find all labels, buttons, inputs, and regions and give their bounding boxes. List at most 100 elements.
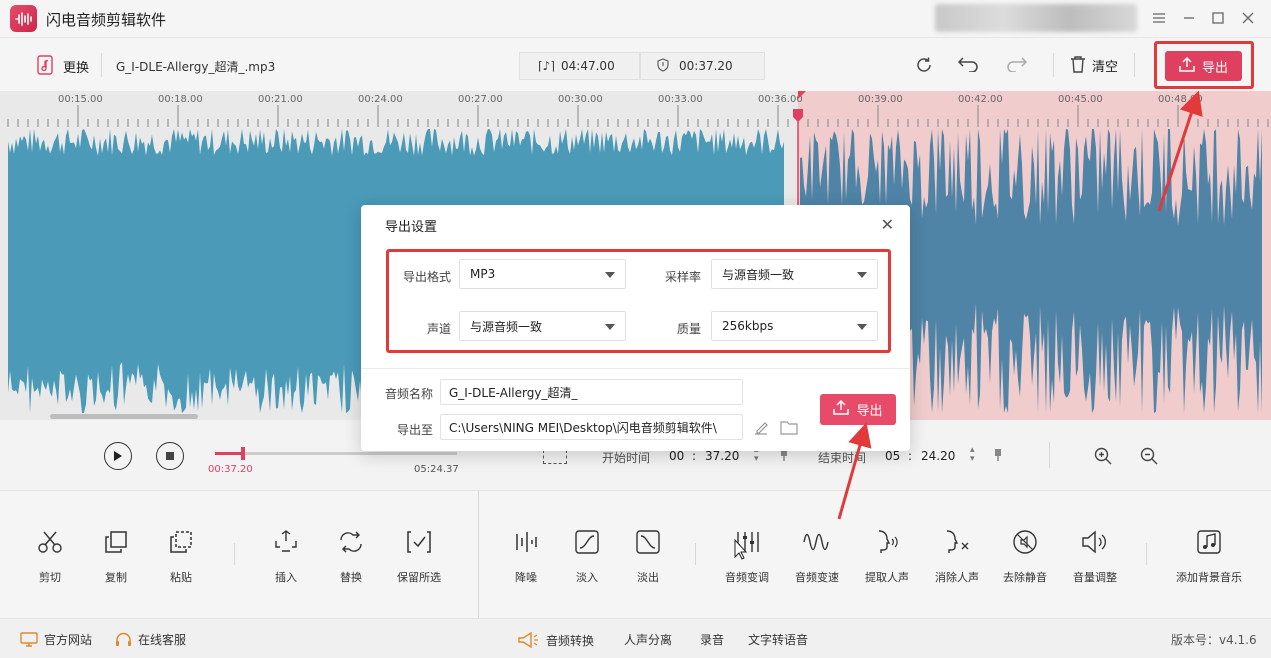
- format-label: 导出格式: [402, 270, 451, 284]
- file-name: G_I-DLE-Allergy_超清_.mp3: [116, 60, 276, 74]
- selected-duration-box: 00:37.20: [640, 52, 765, 80]
- tool-insert[interactable]: 插入: [251, 527, 321, 585]
- quality-select[interactable]: 256kbps: [711, 311, 878, 341]
- headset-icon: [116, 632, 131, 646]
- folder-icon[interactable]: [780, 420, 798, 438]
- tools-panel: 剪切 复制 粘贴 插入 替换 保留所选 降噪 淡入 淡出 音频变调 音频变速 提取人声 消除人声 去除静音…: [0, 490, 1271, 619]
- end-sec[interactable]: 24.20: [921, 449, 955, 463]
- zoom-out-icon[interactable]: [1140, 447, 1158, 468]
- clear-button[interactable]: 清空: [1070, 55, 1118, 76]
- end-min[interactable]: 05: [885, 449, 900, 463]
- channel-label: 声道: [426, 322, 451, 336]
- tool-label: 消除人声: [935, 571, 979, 584]
- current-time: 00:37.20: [208, 464, 253, 475]
- samplerate-label: 采样率: [664, 270, 701, 284]
- progress-fill: [215, 452, 243, 455]
- progress-track[interactable]: [215, 447, 457, 460]
- audio-convert-label: 音频转换: [546, 633, 595, 648]
- end-stepper[interactable]: ▴ ▾: [970, 446, 975, 464]
- path-label: 导出至: [396, 423, 433, 437]
- online-service-label: 在线客服: [138, 633, 187, 647]
- redo-icon[interactable]: [1005, 56, 1027, 72]
- divider: [695, 543, 696, 565]
- end-pin-icon[interactable]: [994, 448, 1002, 465]
- stop-button[interactable]: [156, 442, 184, 470]
- edit-icon[interactable]: [753, 420, 769, 439]
- tool-denoise[interactable]: 降噪: [491, 527, 561, 585]
- format-select[interactable]: MP3: [459, 259, 626, 289]
- status-bar: 官方网站 在线客服 音频转换 人声分离 录音 文字转语音 版本号：v4.1.6: [0, 618, 1271, 658]
- online-service-link[interactable]: 在线客服: [115, 631, 186, 648]
- tool-extract-voice[interactable]: 提取人声: [852, 527, 922, 585]
- start-min[interactable]: 00: [669, 449, 684, 463]
- tool-fade-in[interactable]: 淡入: [552, 527, 622, 585]
- voice-separate-link[interactable]: 人声分离: [624, 631, 672, 648]
- play-icon: [114, 451, 122, 461]
- tool-label: 粘贴: [170, 571, 192, 584]
- tool-background-music[interactable]: 添加背景音乐: [1167, 527, 1251, 585]
- divider: [1146, 543, 1147, 565]
- samplerate-select[interactable]: 与源音频一致: [711, 259, 878, 289]
- tool-copy[interactable]: 复制: [81, 527, 151, 585]
- website-icon: [20, 632, 38, 647]
- divider: [478, 491, 479, 619]
- tool-fade-out[interactable]: 淡出: [613, 527, 683, 585]
- tool-paste[interactable]: 粘贴: [146, 527, 216, 585]
- horizontal-scrollbar[interactable]: [50, 414, 198, 419]
- refresh-icon[interactable]: [915, 56, 933, 74]
- maximize-icon[interactable]: [1209, 9, 1227, 27]
- export-path-input[interactable]: C:\Users\NING MEI\Desktop\闪电音频剪辑软件\: [440, 414, 743, 440]
- megaphone-icon: [518, 631, 538, 649]
- tool-label: 降噪: [515, 571, 537, 584]
- user-account-area[interactable]: [935, 4, 1137, 32]
- play-button[interactable]: [104, 442, 132, 470]
- close-window-icon[interactable]: [1239, 9, 1257, 27]
- music-note-icon: ⌈♪⌉: [538, 59, 556, 73]
- zoom-in-icon[interactable]: [1094, 447, 1112, 468]
- stop-icon: [166, 452, 174, 460]
- start-sec[interactable]: 37.20: [705, 449, 739, 463]
- tool-label: 保留所选: [397, 571, 441, 584]
- official-site-link[interactable]: 官方网站: [20, 631, 92, 648]
- start-time-label: 开始时间: [602, 451, 651, 465]
- divider: [1049, 442, 1050, 468]
- tool-label: 音频变速: [795, 571, 839, 584]
- paste-icon: [166, 527, 196, 557]
- extract-voice-icon: [872, 527, 902, 557]
- tool-scissors[interactable]: 剪切: [15, 527, 85, 585]
- total-duration-box: ⌈♪⌉ 04:47.00: [519, 52, 640, 80]
- colon: :: [692, 449, 697, 463]
- audio-name-input[interactable]: G_I-DLE-Allergy_超清_: [440, 379, 743, 405]
- quality-label: 质量: [676, 322, 701, 336]
- export-button[interactable]: 导出: [1165, 51, 1242, 81]
- undo-icon[interactable]: [958, 56, 980, 72]
- tool-volume[interactable]: 音量调整: [1060, 527, 1130, 585]
- tool-replace[interactable]: 替换: [316, 527, 386, 585]
- progress-handle[interactable]: [240, 447, 245, 460]
- format-value: MP3: [470, 267, 496, 281]
- tool-remove-silence[interactable]: 去除静音: [990, 527, 1060, 585]
- replace-file-button[interactable]: 更换: [37, 55, 89, 78]
- export-options-highlight: 导出格式 MP3 采样率 与源音频一致 声道 与源音频一致 质量 256kbps: [386, 249, 891, 353]
- channel-select[interactable]: 与源音频一致: [459, 311, 626, 341]
- minimize-icon[interactable]: [1180, 9, 1198, 27]
- selection-range-icon[interactable]: [543, 450, 567, 464]
- end-time-label: 结束时间: [818, 451, 867, 465]
- tool-speed[interactable]: 音频变速: [782, 527, 852, 585]
- denoise-icon: [511, 527, 541, 557]
- name-label: 音频名称: [384, 387, 433, 401]
- menu-icon[interactable]: [1150, 9, 1168, 27]
- tool-pitch[interactable]: 音频变调: [712, 527, 782, 585]
- dialog-export-button[interactable]: 导出: [820, 394, 896, 425]
- total-duration: 04:47.00: [561, 59, 615, 73]
- speed-icon: [802, 527, 832, 557]
- close-icon[interactable]: ✕: [881, 215, 894, 234]
- tts-link[interactable]: 文字转语音: [748, 631, 808, 648]
- tool-keep-selection[interactable]: 保留所选: [384, 527, 454, 585]
- tool-remove-voice[interactable]: 消除人声: [922, 527, 992, 585]
- chevron-down-icon: [605, 272, 615, 278]
- fade-out-icon: [633, 527, 663, 557]
- record-link[interactable]: 录音: [700, 631, 724, 648]
- app-title: 闪电音频剪辑软件: [46, 11, 167, 29]
- audio-convert-link[interactable]: 音频转换: [516, 631, 594, 649]
